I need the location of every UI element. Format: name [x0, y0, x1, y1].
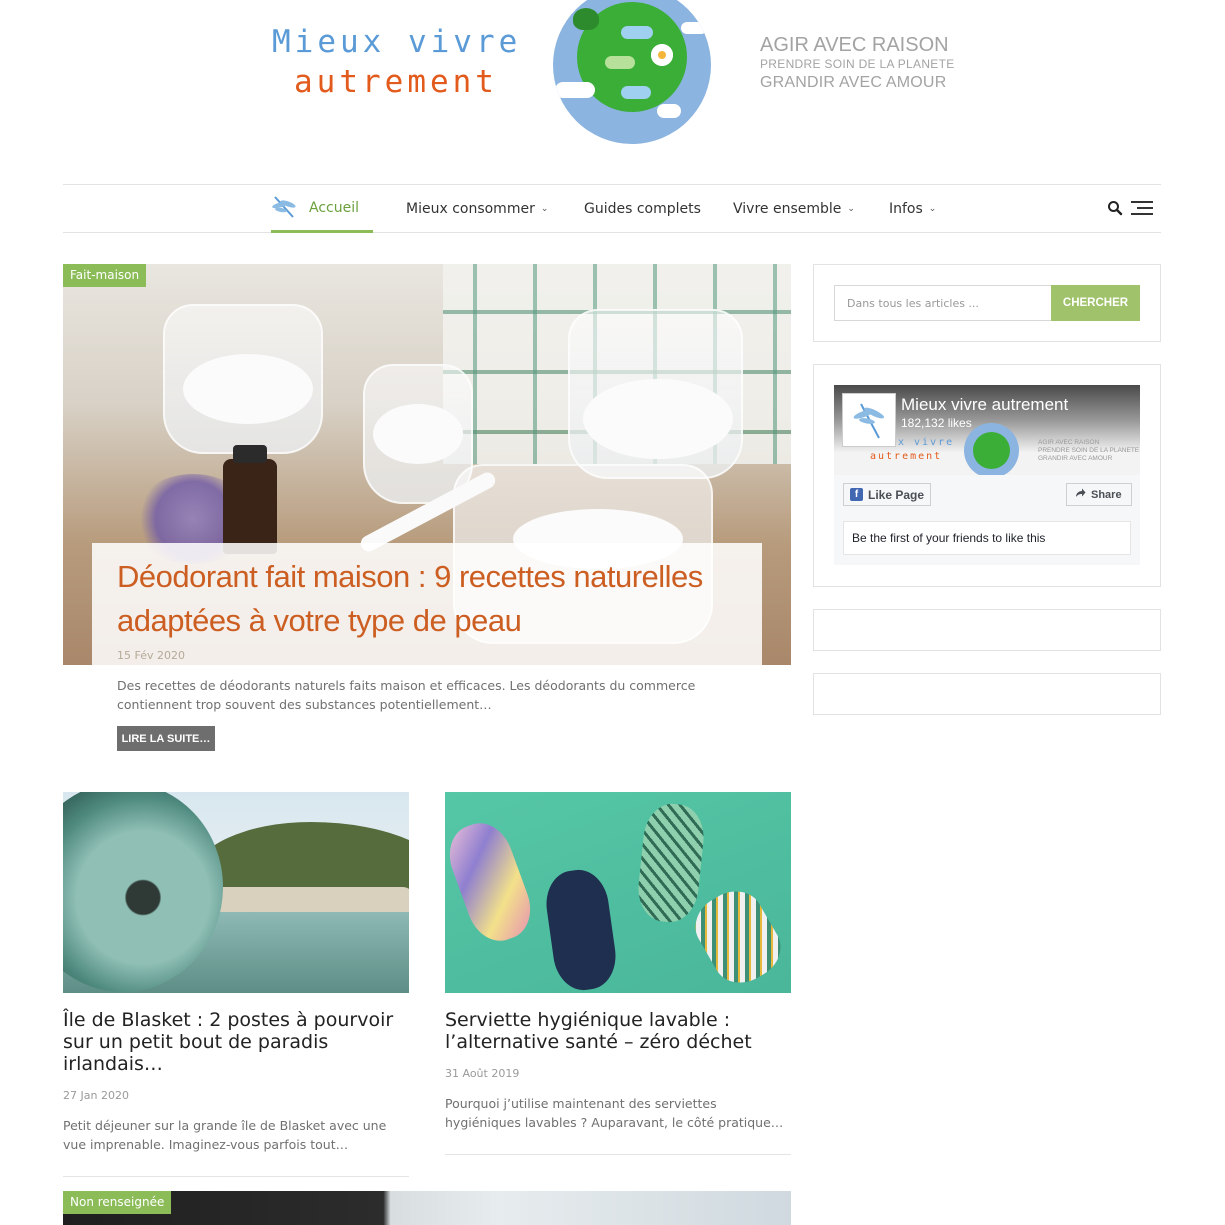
main-nav: Accueil Mieux consommer ⌄ Guides complet… — [63, 184, 1161, 233]
site-header: Mieux vivre autrement AGIR AVEC RAISON P… — [0, 0, 1225, 185]
nav-item-label: Vivre ensemble — [733, 201, 842, 217]
post-card: Île de Blasket : 2 postes à pourvoir sur… — [63, 792, 409, 1177]
nav-item-vivre-ensemble[interactable]: Vivre ensemble ⌄ — [733, 185, 855, 233]
like-page-label: Like Page — [868, 487, 925, 502]
cover-tagline-line-1: AGIR AVEC RAISON — [1038, 439, 1100, 446]
site-logo[interactable]: Mieux vivre autrement — [272, 22, 522, 102]
featured-date: 15 Fév 2020 — [117, 649, 185, 662]
nav-item-label: Accueil — [309, 199, 359, 216]
divider — [63, 1176, 409, 1177]
dragonfly-icon — [853, 403, 885, 439]
post-thumbnail[interactable] — [445, 792, 791, 993]
facebook-cover[interactable]: x vivre autrement AGIR AVEC RAISON PREND… — [834, 385, 1140, 475]
like-page-button[interactable]: f Like Page — [843, 483, 931, 506]
facebook-page-plugin: x vivre autrement AGIR AVEC RAISON PREND… — [834, 385, 1140, 565]
nav-item-label: Mieux consommer — [406, 201, 535, 217]
facebook-widget: x vivre autrement AGIR AVEC RAISON PREND… — [813, 364, 1161, 587]
post-title[interactable]: Île de Blasket : 2 postes à pourvoir sur… — [63, 1009, 409, 1075]
post-excerpt: Pourquoi j’utilise maintenant des servie… — [445, 1096, 784, 1130]
chevron-down-icon: ⌄ — [540, 204, 549, 214]
site-tagline: AGIR AVEC RAISON PRENDRE SOIN DE LA PLAN… — [760, 34, 960, 94]
search-icon[interactable] — [1107, 200, 1123, 216]
nav-item-accueil[interactable]: Accueil — [271, 185, 373, 233]
post-date: 31 Août 2019 — [445, 1067, 520, 1080]
post-thumbnail[interactable] — [63, 792, 409, 993]
category-badge[interactable]: Fait-maison — [63, 264, 147, 287]
cover-tagline: AGIR AVEC RAISON PRENDRE SOIN DE LA PLAN… — [1038, 439, 1139, 463]
featured-excerpt: Des recettes de déodorants naturels fait… — [117, 678, 696, 712]
page-avatar[interactable] — [842, 393, 896, 447]
menu-icon[interactable] — [1131, 201, 1153, 217]
share-label: Share — [1091, 488, 1122, 501]
nav-item-mieux-consommer[interactable]: Mieux consommer ⌄ — [406, 185, 548, 233]
category-badge[interactable]: Non renseignée — [63, 1191, 172, 1214]
post-excerpt: Petit déjeuner sur la grande île de Blas… — [63, 1118, 387, 1152]
facebook-friends-text: Be the first of your friends to like thi… — [843, 521, 1131, 555]
read-more-button[interactable]: LIRE LA SUITE… — [117, 726, 215, 751]
facebook-icon: f — [850, 488, 863, 501]
nav-item-label: Infos — [889, 201, 923, 217]
featured-title[interactable]: Déodorant fait maison : 9 recettes natur… — [117, 555, 737, 643]
cover-tagline-line-2: PRENDRE SOIN DE LA PLANETE — [1038, 447, 1140, 454]
search-widget: Dans tous les articles ... CHERCHER — [813, 264, 1161, 342]
nav-item-infos[interactable]: Infos ⌄ — [889, 185, 936, 233]
post-thumbnail[interactable] — [63, 1191, 791, 1225]
post-title[interactable]: Serviette hygiénique lavable : l’alterna… — [445, 1009, 791, 1053]
logo-line-1: Mieux vivre — [272, 24, 522, 60]
nav-item-label: Guides complets — [584, 201, 701, 217]
featured-title-box: Déodorant fait maison : 9 recettes natur… — [92, 543, 762, 665]
empty-widget — [813, 609, 1161, 651]
share-button[interactable]: Share — [1066, 483, 1132, 506]
cover-tagline-line-3: GRANDIR AVEC AMOUR — [1038, 455, 1113, 462]
tagline-line-3: GRANDIR AVEC AMOUR — [760, 74, 947, 91]
post-date: 27 Jan 2020 — [63, 1089, 129, 1102]
cover-logo-line-1: x vivre — [898, 437, 955, 448]
share-icon — [1075, 488, 1086, 501]
nav-item-guides-complets[interactable]: Guides complets — [584, 185, 701, 233]
search-input[interactable]: Dans tous les articles ... — [834, 285, 1052, 321]
planet-logo-icon[interactable] — [553, 0, 711, 144]
tagline-line-1: AGIR AVEC RAISON — [760, 34, 949, 56]
facebook-like-count: 182,132 likes — [901, 416, 972, 430]
logo-line-2: autrement — [294, 64, 498, 100]
planet-logo-icon — [964, 423, 1019, 475]
facebook-page-name[interactable]: Mieux vivre autrement — [901, 395, 1068, 415]
post-card: Serviette hygiénique lavable : l’alterna… — [445, 792, 791, 1155]
cover-logo-line-2: autrement — [870, 451, 943, 462]
tagline-line-2: PRENDRE SOIN DE LA PLANETE — [760, 57, 955, 71]
divider — [445, 1154, 791, 1155]
search-button[interactable]: CHERCHER — [1051, 285, 1140, 321]
dragonfly-icon — [271, 195, 299, 221]
empty-widget — [813, 673, 1161, 715]
chevron-down-icon: ⌄ — [928, 204, 937, 214]
chevron-down-icon: ⌄ — [847, 204, 855, 214]
